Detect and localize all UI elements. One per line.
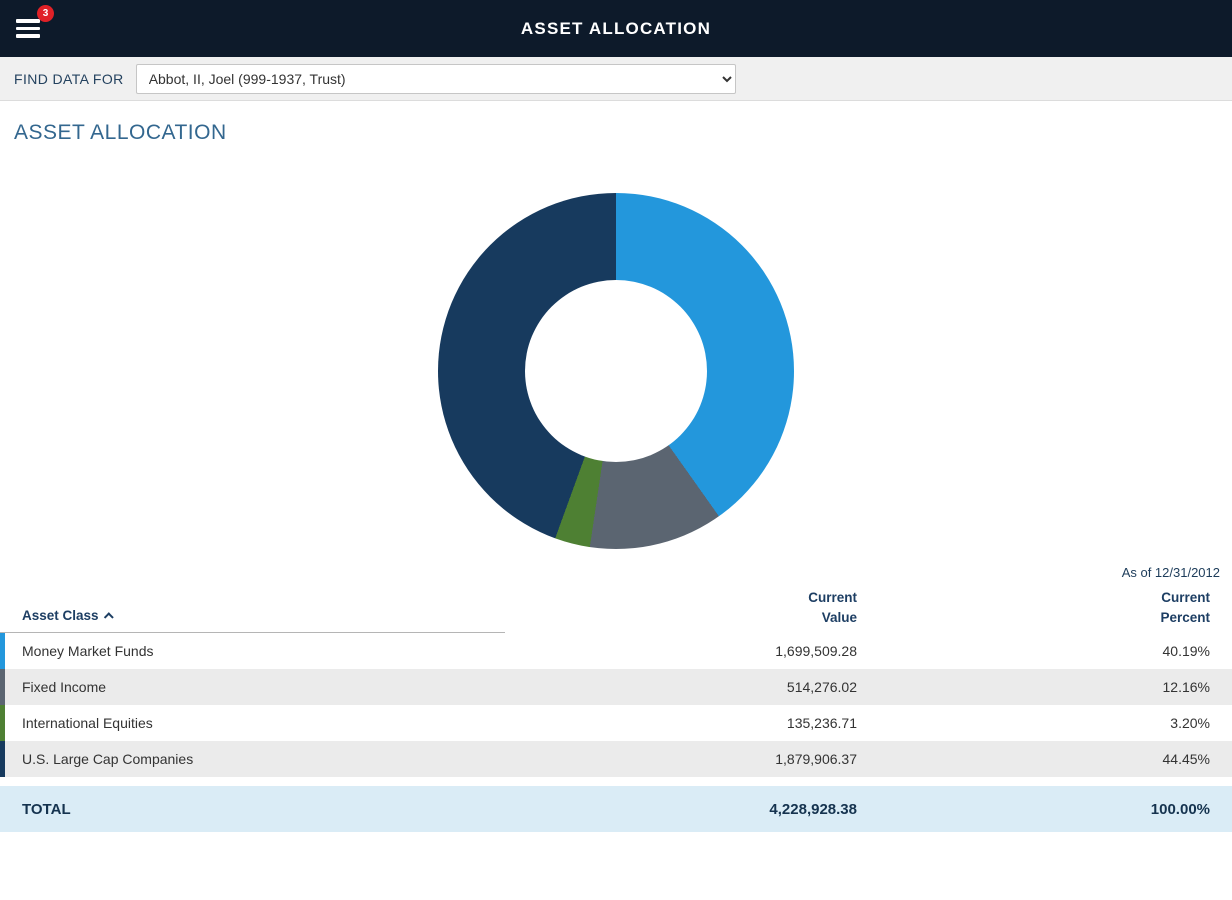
asset-allocation-table: Asset Class Current Value Current Percen… (0, 588, 1232, 832)
cell-current-value: 1,699,509.28 (505, 643, 857, 659)
row-color-indicator (0, 705, 5, 741)
chart-area (0, 193, 1232, 549)
donut-chart (438, 193, 794, 549)
table-row: Money Market Funds 1,699,509.28 40.19% (0, 633, 1232, 669)
column-header-current-percent-line1: Current (857, 588, 1210, 608)
donut-chart-hole (525, 280, 707, 462)
row-color-indicator (0, 741, 5, 777)
sort-ascending-icon (103, 612, 113, 622)
total-current-percent: 100.00% (857, 801, 1232, 818)
menu-icon-bar (16, 27, 40, 31)
table-row: Fixed Income 514,276.02 12.16% (0, 669, 1232, 705)
table-header-row: Asset Class Current Value Current Percen… (0, 588, 1232, 633)
table-row: International Equities 135,236.71 3.20% (0, 705, 1232, 741)
table-total-row: TOTAL 4,228,928.38 100.00% (0, 786, 1232, 832)
total-label: TOTAL (0, 801, 505, 818)
row-color-indicator (0, 633, 5, 669)
top-app-bar: 3 ASSET ALLOCATION (0, 0, 1232, 57)
table-row: U.S. Large Cap Companies 1,879,906.37 44… (0, 741, 1232, 777)
menu-icon-bar (16, 34, 40, 38)
section-title: ASSET ALLOCATION (14, 121, 1232, 145)
as-of-date: As of 12/31/2012 (0, 565, 1232, 580)
menu-icon-bar (16, 19, 40, 23)
column-header-asset-class-label: Asset Class (22, 608, 99, 623)
cell-asset-class: Fixed Income (0, 679, 505, 695)
cell-current-percent: 12.16% (857, 679, 1232, 695)
find-data-label: FIND DATA FOR (14, 71, 124, 87)
menu-icon[interactable]: 3 (16, 15, 46, 43)
column-header-current-value-line2: Value (505, 608, 857, 628)
notification-badge[interactable]: 3 (37, 5, 54, 22)
cell-current-percent: 3.20% (857, 715, 1232, 731)
cell-asset-class: International Equities (0, 715, 505, 731)
column-header-asset-class[interactable]: Asset Class (0, 608, 505, 633)
cell-current-percent: 40.19% (857, 643, 1232, 659)
cell-current-value: 135,236.71 (505, 715, 857, 731)
cell-asset-class: U.S. Large Cap Companies (0, 751, 505, 767)
cell-asset-class: Money Market Funds (0, 643, 505, 659)
column-header-current-value[interactable]: Current Value (505, 588, 857, 633)
column-header-current-percent[interactable]: Current Percent (857, 588, 1232, 633)
total-current-value: 4,228,928.38 (505, 801, 857, 818)
row-color-indicator (0, 669, 5, 705)
cell-current-value: 514,276.02 (505, 679, 857, 695)
page-title: ASSET ALLOCATION (521, 19, 711, 39)
find-data-select[interactable]: Abbot, II, Joel (999-1937, Trust) (136, 64, 736, 94)
find-data-bar: FIND DATA FOR Abbot, II, Joel (999-1937,… (0, 57, 1232, 101)
cell-current-percent: 44.45% (857, 751, 1232, 767)
column-header-current-percent-line2: Percent (857, 608, 1210, 628)
column-header-current-value-line1: Current (505, 588, 857, 608)
cell-current-value: 1,879,906.37 (505, 751, 857, 767)
